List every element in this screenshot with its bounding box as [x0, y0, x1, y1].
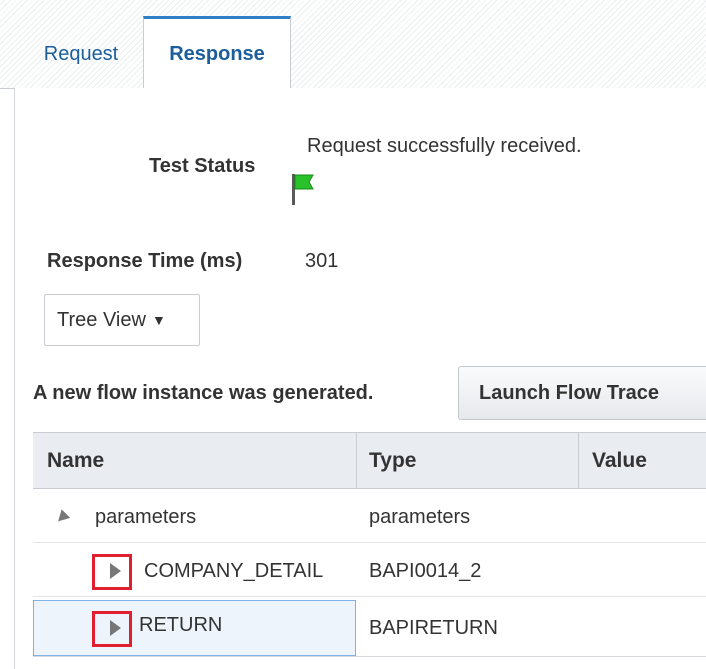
tab-response[interactable]: Response	[143, 16, 291, 90]
row-value	[592, 545, 702, 597]
row-type: parameters	[369, 505, 471, 528]
view-select[interactable]: Tree View ▼	[44, 294, 200, 346]
column-divider	[578, 433, 579, 488]
dropdown-arrow-icon: ▼	[151, 312, 166, 328]
column-header-name[interactable]: Name	[47, 433, 104, 488]
flow-instance-message: A new flow instance was generated.	[33, 382, 374, 404]
row-name: parameters	[95, 505, 197, 528]
launch-flow-trace-button[interactable]: Launch Flow Trace	[458, 366, 706, 420]
test-status-label: Test Status	[149, 155, 256, 177]
column-header-value[interactable]: Value	[592, 433, 647, 488]
row-value	[592, 491, 702, 543]
test-status-message: Request successfully received.	[307, 135, 582, 157]
view-select-value: Tree View	[57, 308, 146, 331]
column-divider	[356, 433, 357, 488]
table-row[interactable]: parameters parameters	[33, 491, 706, 543]
table-header: Name Type Value	[33, 432, 706, 489]
tab-strip: Request Response	[0, 0, 706, 90]
response-time-value: 301	[305, 250, 339, 272]
expand-triangle-icon[interactable]	[110, 563, 121, 579]
green-flag-icon	[292, 174, 314, 205]
column-header-type[interactable]: Type	[369, 433, 416, 488]
row-type: BAPIRETURN	[369, 617, 498, 639]
table-row[interactable]: COMPANY_DETAIL BAPI0014_2	[33, 545, 706, 597]
response-time-label: Response Time (ms)	[47, 250, 243, 272]
row-name: COMPANY_DETAIL	[144, 559, 324, 582]
tab-request[interactable]: Request	[22, 21, 140, 88]
response-tree-table: Name Type Value parameters parameters CO…	[33, 432, 706, 669]
row-type: BAPI0014_2	[369, 559, 482, 582]
collapse-triangle-icon[interactable]	[53, 509, 71, 526]
expand-triangle-icon[interactable]	[110, 620, 121, 636]
row-value	[592, 600, 702, 657]
table-row-selected[interactable]: RETURN BAPIRETURN	[33, 600, 706, 657]
row-name: RETURN	[139, 613, 223, 636]
